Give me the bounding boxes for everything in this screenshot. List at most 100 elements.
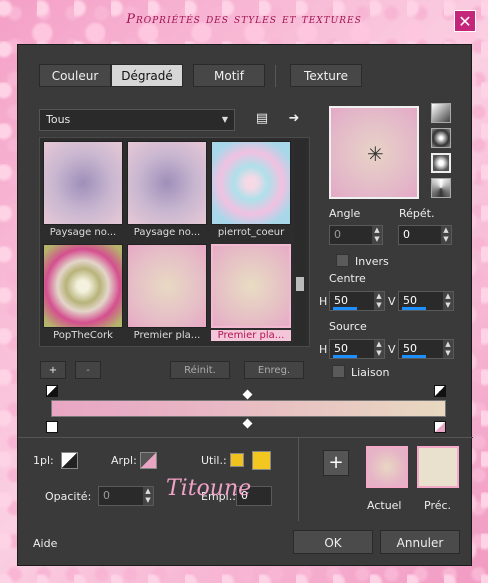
gradient-preview: [127, 244, 207, 328]
util-swatch-small[interactable]: [230, 453, 244, 467]
source-label: Source: [329, 320, 367, 333]
centre-v-label: V: [388, 295, 396, 308]
close-button[interactable]: ✕: [454, 10, 476, 32]
arpl-label: Arpl:: [111, 454, 137, 467]
gradient-label: Paysage no...: [133, 227, 201, 238]
signature-watermark: Titoune: [166, 476, 252, 501]
add-gradient-button[interactable]: +: [40, 361, 66, 379]
sunburst-style-icon[interactable]: [431, 178, 451, 198]
category-dropdown[interactable]: Tous ▼: [39, 109, 235, 131]
centre-h-input[interactable]: 50 ▲ ▼: [329, 291, 385, 311]
save-button[interactable]: Enreg.: [244, 361, 304, 379]
spinner-arrows-icon[interactable]: ▲ ▼: [374, 292, 384, 310]
tab-texture[interactable]: Texture: [290, 64, 362, 87]
category-value: Tous: [46, 113, 71, 126]
gradient-label: Premier pla...: [211, 330, 291, 341]
midpoint-bottom[interactable]: [242, 418, 253, 429]
util-label: Util.:: [201, 454, 227, 467]
centre-h-value: 50: [334, 294, 348, 307]
gradient-preview: [211, 141, 291, 225]
gradient-preview: [211, 244, 291, 328]
tab-couleur[interactable]: Couleur: [39, 64, 111, 87]
source-h-input[interactable]: 50 ▲ ▼: [329, 339, 385, 359]
tab-divider: [275, 65, 276, 87]
file-icon[interactable]: ▤: [252, 109, 272, 129]
gradient-thumb[interactable]: pierrot_coeur: [211, 141, 291, 241]
centre-h-label: H: [319, 295, 328, 308]
source-h-value: 50: [334, 342, 348, 355]
opacity-stop-left[interactable]: [46, 385, 58, 397]
invert-label: Invers: [355, 255, 389, 268]
spinner-arrows-icon[interactable]: ▲ ▼: [443, 340, 453, 358]
repeat-input[interactable]: 0 ▲ ▼: [398, 225, 452, 245]
add-style-button[interactable]: +: [323, 450, 349, 476]
gradient-thumb-selected[interactable]: Premier pla...: [211, 244, 291, 344]
link-label: Liaison: [351, 366, 390, 379]
radial-style-icon[interactable]: [431, 153, 451, 173]
current-label: Actuel: [367, 499, 402, 512]
tab-degrade[interactable]: Dégradé: [111, 64, 183, 87]
current-swatch[interactable]: [366, 446, 408, 488]
ok-button[interactable]: OK: [293, 530, 373, 554]
bottom-divider: [298, 437, 299, 521]
ipl-swatch[interactable]: [61, 452, 78, 469]
rectangular-style-icon[interactable]: [431, 128, 451, 148]
gradient-thumb[interactable]: Paysage no...: [43, 141, 123, 241]
opacity-stop-right[interactable]: [434, 385, 446, 397]
ipl-label: 1pl:: [33, 454, 54, 467]
source-v-input[interactable]: 50 ▲ ▼: [398, 339, 454, 359]
centre-v-input[interactable]: 50 ▲ ▼: [398, 291, 454, 311]
gradient-grid: Paysage no... Paysage no... pierrot_coeu…: [39, 137, 310, 347]
angle-input[interactable]: 0 ▲ ▼: [329, 225, 383, 245]
color-stop-right[interactable]: [434, 421, 446, 433]
linear-style-icon[interactable]: [431, 103, 451, 123]
value-bar: [402, 307, 426, 310]
chevron-down-icon: ▼: [221, 115, 228, 124]
gradient-thumb[interactable]: Paysage no...: [127, 141, 207, 241]
gradient-thumb[interactable]: PopTheCork: [43, 244, 123, 344]
angle-label: Angle: [329, 207, 361, 220]
source-h-label: H: [319, 343, 328, 356]
cancel-button[interactable]: Annuler: [380, 530, 460, 554]
opacity-input[interactable]: 0 ▲ ▼: [98, 486, 154, 506]
gradient-thumb[interactable]: Premier pla...: [127, 244, 207, 344]
arpl-swatch[interactable]: [140, 452, 157, 469]
gradient-preview: [43, 244, 123, 328]
gradient-label: pierrot_coeur: [217, 227, 285, 238]
reset-button[interactable]: Réinit.: [170, 361, 230, 379]
arrow-right-icon[interactable]: ➜: [284, 109, 304, 129]
gradient-preview-large[interactable]: ✳: [329, 106, 419, 199]
gradient-preview: [127, 141, 207, 225]
invert-checkbox[interactable]: [336, 254, 349, 267]
util-swatch[interactable]: [252, 451, 271, 470]
spinner-arrows-icon[interactable]: ▲ ▼: [443, 292, 453, 310]
grid-scrollbar[interactable]: [294, 139, 306, 345]
color-stop-left[interactable]: [46, 421, 58, 433]
centre-label: Centre: [329, 272, 366, 285]
section-divider: [18, 437, 473, 438]
tab-motif[interactable]: Motif: [193, 64, 265, 87]
repeat-value: 0: [403, 228, 410, 241]
gradient-preview: [43, 141, 123, 225]
value-bar: [333, 307, 357, 310]
opacity-label: Opacité:: [45, 490, 92, 503]
opacity-value: 0: [103, 489, 110, 502]
midpoint-top[interactable]: [242, 389, 253, 400]
gradient-bar[interactable]: [51, 400, 446, 417]
value-bar: [402, 355, 426, 358]
source-v-value: 50: [403, 342, 417, 355]
spinner-arrows-icon[interactable]: ▲ ▼: [441, 226, 451, 244]
link-checkbox[interactable]: [332, 365, 345, 378]
gradient-label: PopTheCork: [53, 330, 113, 341]
value-bar: [333, 355, 357, 358]
previous-swatch[interactable]: [417, 446, 459, 488]
spinner-arrows-icon[interactable]: ▲ ▼: [372, 226, 382, 244]
repeat-label: Répét.: [399, 207, 435, 220]
help-link[interactable]: Aide: [33, 537, 57, 550]
spinner-arrows-icon[interactable]: ▲ ▼: [143, 487, 153, 505]
gradient-label: Premier pla...: [133, 330, 201, 341]
spinner-arrows-icon[interactable]: ▲ ▼: [374, 340, 384, 358]
gradient-label: Paysage no...: [49, 227, 117, 238]
scrollbar-thumb[interactable]: [296, 277, 304, 291]
remove-gradient-button[interactable]: -: [75, 361, 101, 379]
